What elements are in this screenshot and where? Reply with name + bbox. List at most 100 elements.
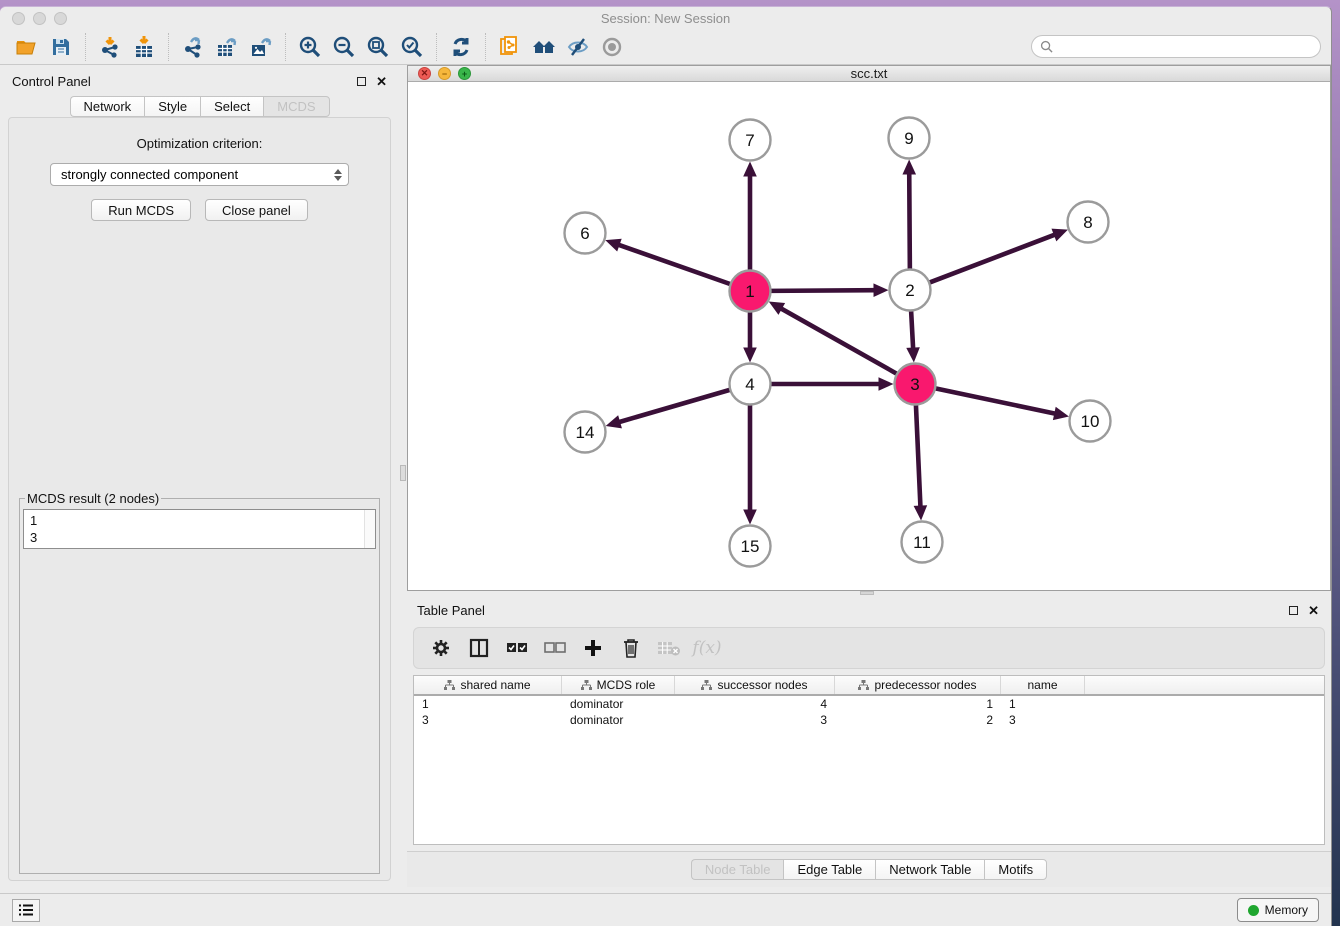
network-canvas[interactable]: 7 9 6 8 1 2 4 3 14 10 15 11 bbox=[408, 82, 1330, 590]
zoom-out-icon bbox=[332, 35, 356, 59]
column-header-name[interactable]: name bbox=[1001, 676, 1085, 694]
run-mcds-button[interactable]: Run MCDS bbox=[91, 199, 191, 221]
cell-successor-nodes[interactable]: 4 bbox=[675, 696, 835, 712]
graph-edge-1-6[interactable] bbox=[605, 239, 729, 284]
hide-selected-button[interactable] bbox=[561, 32, 595, 62]
cell-mcds-role[interactable]: dominator bbox=[562, 712, 675, 728]
open-session-button[interactable] bbox=[10, 32, 44, 62]
tab-node-table[interactable]: Node Table bbox=[691, 859, 784, 880]
graph-edge-3-11[interactable] bbox=[914, 405, 928, 520]
add-icon bbox=[583, 638, 603, 658]
close-panel-icon[interactable]: ✕ bbox=[376, 77, 387, 86]
graph-edge-4-14[interactable] bbox=[606, 390, 730, 428]
network-close-button[interactable]: ✕ bbox=[418, 67, 431, 80]
task-list-icon bbox=[18, 903, 34, 917]
memory-button[interactable]: Memory bbox=[1237, 898, 1319, 922]
import-network-button[interactable] bbox=[93, 32, 127, 62]
cell-predecessor-nodes[interactable]: 1 bbox=[835, 696, 1001, 712]
table-settings-button[interactable] bbox=[424, 632, 458, 664]
graph-edge-1-4[interactable] bbox=[743, 313, 757, 363]
network-minimize-button[interactable]: − bbox=[438, 67, 451, 80]
column-header-mcds-role[interactable]: MCDS role bbox=[562, 676, 675, 694]
refresh-button[interactable] bbox=[444, 32, 478, 62]
graph-node-1[interactable]: 1 bbox=[730, 271, 771, 312]
zoom-out-button[interactable] bbox=[327, 32, 361, 62]
zoom-fit-button[interactable] bbox=[361, 32, 395, 62]
deselect-all-rows-button[interactable] bbox=[538, 632, 572, 664]
export-network-button[interactable] bbox=[176, 32, 210, 62]
column-header-shared-name[interactable]: shared name bbox=[414, 676, 562, 694]
add-column-button[interactable] bbox=[576, 632, 610, 664]
graph-node-15[interactable]: 15 bbox=[730, 526, 771, 567]
tab-style[interactable]: Style bbox=[144, 96, 200, 117]
duplicate-network-button[interactable] bbox=[493, 32, 527, 62]
cell-mcds-role[interactable]: dominator bbox=[562, 696, 675, 712]
home-button[interactable] bbox=[527, 32, 561, 62]
close-table-panel-icon[interactable]: ✕ bbox=[1308, 606, 1319, 615]
float-table-panel-icon[interactable] bbox=[1289, 606, 1298, 615]
cell-successor-nodes[interactable]: 3 bbox=[675, 712, 835, 728]
export-table-button[interactable] bbox=[210, 32, 244, 62]
criterion-dropdown[interactable]: strongly connected component bbox=[50, 163, 349, 186]
graph-node-8[interactable]: 8 bbox=[1068, 202, 1109, 243]
save-session-button[interactable] bbox=[44, 32, 78, 62]
graph-edge-2-8[interactable] bbox=[930, 229, 1068, 283]
node-table: shared nameMCDS rolesuccessor nodesprede… bbox=[413, 675, 1325, 845]
tab-network-table[interactable]: Network Table bbox=[875, 859, 984, 880]
result-scrollbar[interactable] bbox=[364, 510, 375, 548]
float-panel-icon[interactable] bbox=[357, 77, 366, 86]
zoom-in-button[interactable] bbox=[293, 32, 327, 62]
graph-edge-2-9[interactable] bbox=[902, 159, 916, 268]
graph-edge-4-15[interactable] bbox=[743, 406, 757, 525]
svg-text:11: 11 bbox=[913, 533, 931, 552]
column-header-successor-nodes[interactable]: successor nodes bbox=[675, 676, 835, 694]
graph-edge-3-1[interactable] bbox=[769, 302, 897, 374]
graph-node-3[interactable]: 3 bbox=[895, 364, 936, 405]
horizontal-splitter[interactable] bbox=[407, 591, 1331, 595]
task-history-button[interactable] bbox=[12, 899, 40, 922]
graph-edge-1-2[interactable] bbox=[771, 283, 888, 297]
tab-motifs[interactable]: Motifs bbox=[984, 859, 1047, 880]
graph-node-14[interactable]: 14 bbox=[565, 412, 606, 453]
graph-node-10[interactable]: 10 bbox=[1070, 401, 1111, 442]
panel-splitter[interactable] bbox=[399, 65, 407, 893]
toolbar-separator bbox=[485, 33, 486, 61]
tab-network[interactable]: Network bbox=[70, 96, 145, 117]
cell-name[interactable]: 1 bbox=[1001, 696, 1085, 712]
tab-mcds[interactable]: MCDS bbox=[263, 96, 329, 117]
graph-node-11[interactable]: 11 bbox=[902, 522, 943, 563]
cell-predecessor-nodes[interactable]: 2 bbox=[835, 712, 1001, 728]
tab-select[interactable]: Select bbox=[200, 96, 263, 117]
search-input[interactable] bbox=[1058, 40, 1312, 54]
close-panel-button[interactable]: Close panel bbox=[205, 199, 308, 221]
mcds-result-textarea[interactable]: 13 bbox=[23, 509, 376, 549]
gear-icon bbox=[431, 638, 451, 658]
cell-shared-name[interactable]: 3 bbox=[414, 712, 562, 728]
import-table-button[interactable] bbox=[127, 32, 161, 62]
network-maximize-button[interactable]: + bbox=[458, 67, 471, 80]
cell-shared-name[interactable]: 1 bbox=[414, 696, 562, 712]
graph-node-9[interactable]: 9 bbox=[889, 118, 930, 159]
graph-edge-2-3[interactable] bbox=[906, 311, 920, 362]
graph-node-7[interactable]: 7 bbox=[730, 120, 771, 161]
graph-node-2[interactable]: 2 bbox=[890, 270, 931, 311]
h-splitter-grabber[interactable] bbox=[860, 591, 874, 595]
delete-table-icon bbox=[657, 639, 681, 657]
show-columns-button[interactable] bbox=[462, 632, 496, 664]
tab-edge-table[interactable]: Edge Table bbox=[783, 859, 875, 880]
column-header-predecessor-nodes[interactable]: predecessor nodes bbox=[835, 676, 1001, 694]
cell-name[interactable]: 3 bbox=[1001, 712, 1085, 728]
table-panel-header: Table Panel ✕ bbox=[407, 595, 1331, 621]
export-image-button[interactable] bbox=[244, 32, 278, 62]
delete-column-button[interactable] bbox=[614, 632, 648, 664]
show-all-button[interactable] bbox=[595, 32, 629, 62]
network-graph[interactable]: 7 9 6 8 1 2 4 3 14 10 15 11 bbox=[408, 82, 1330, 585]
splitter-grabber[interactable] bbox=[400, 465, 406, 481]
zoom-selected-button[interactable] bbox=[395, 32, 429, 62]
graph-node-6[interactable]: 6 bbox=[565, 213, 606, 254]
select-all-rows-button[interactable] bbox=[500, 632, 534, 664]
graph-edge-3-10[interactable] bbox=[936, 388, 1069, 420]
graph-edge-4-3[interactable] bbox=[772, 377, 894, 391]
graph-edge-1-7[interactable] bbox=[743, 162, 757, 270]
graph-node-4[interactable]: 4 bbox=[730, 364, 771, 405]
